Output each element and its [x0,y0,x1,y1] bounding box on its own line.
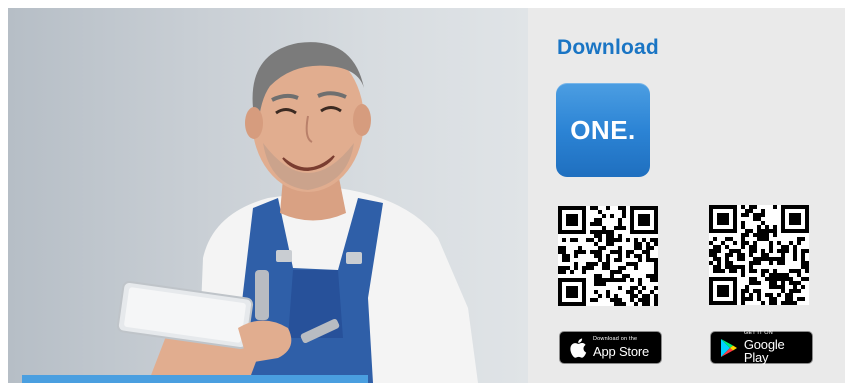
panel-title: Download [557,36,659,59]
qr-code-google-play [709,205,809,305]
google-play-big-text: Google Play [743,337,785,366]
download-banner: Download ONE. Download on the App Store [0,8,845,383]
app-icon-label: ONE. [570,114,636,145]
caption-bar [22,375,368,383]
qr-code-icon [558,206,658,306]
google-play-badge[interactable]: GET IT ON Google Play [710,329,813,366]
download-panel: Download ONE. Download on the App Store [528,8,845,383]
app-store-badge[interactable]: Download on the App Store [559,331,662,364]
hero-photo [8,8,528,383]
mechanic-illustration [116,42,478,383]
qr-code-app-store [558,206,658,306]
google-play-small-text: GET IT ON [743,329,773,336]
app-icon[interactable]: ONE. [556,83,650,177]
app-store-small-text: Download on the [593,336,638,343]
google-play-icon [718,337,740,359]
qr-code-icon [709,205,809,305]
app-store-big-text: App Store [593,343,650,359]
apple-icon [567,337,589,359]
